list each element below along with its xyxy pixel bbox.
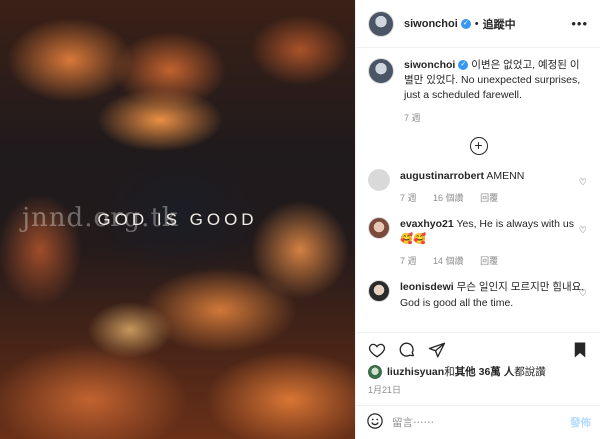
follow-status-button[interactable]: 追蹤中: [483, 16, 516, 32]
comment-age[interactable]: 7 週: [400, 256, 417, 266]
commenter-username[interactable]: evaxhyo21: [400, 218, 454, 230]
author-username[interactable]: siwonchoi: [404, 18, 458, 30]
comment-reply-button[interactable]: 回覆: [480, 256, 498, 266]
paper-plane-icon[interactable]: [426, 339, 448, 361]
comment-input[interactable]: [392, 416, 570, 429]
comment-heart-icon[interactable]: ♡: [579, 225, 587, 236]
comments-list[interactable]: siwonchoi ✓ 이변은 없었고, 예정된 이별만 있었다. No unex…: [356, 58, 600, 330]
more-dots-icon[interactable]: •••: [571, 16, 588, 31]
comment-reply-button[interactable]: 回覆: [480, 193, 498, 203]
caption-avatar[interactable]: [368, 58, 394, 84]
caption-body: siwonchoi ✓ 이변은 없었고, 예정된 이별만 있었다. No unex…: [404, 58, 589, 125]
commenter-avatar[interactable]: [368, 280, 390, 303]
comment-likes[interactable]: 14 個讚: [433, 256, 464, 266]
comment-body: evaxhyo21 Yes, He is always with us 🥰🥰 7…: [400, 217, 589, 268]
comment-composer: 發佈: [356, 405, 600, 439]
comment-meta: 7 週 14 個讚 回覆: [400, 255, 589, 268]
author-avatar[interactable]: [368, 10, 394, 37]
comment-meta: 7 週 16 個讚 回覆: [400, 192, 589, 205]
comment-body: leonisdewi 무슨 일인지 모르지만 힘내요. God is good …: [400, 280, 589, 310]
comment-age[interactable]: 7 週: [400, 193, 417, 203]
heart-icon[interactable]: [366, 339, 388, 361]
instagram-post-view: jnnd.org.tk GOD IS GOOD siwonchoi ✓ • 追蹤…: [0, 0, 600, 439]
commenter-username[interactable]: leonisdewi: [400, 281, 454, 293]
comment-bubble-icon[interactable]: [396, 339, 418, 361]
emoji-icon[interactable]: [366, 412, 384, 433]
comment-row: augustinarrobert AMENN 7 週 16 個讚 回覆 ♡: [356, 168, 600, 205]
separator-dot: •: [474, 17, 479, 30]
likes-connector: 和: [444, 366, 455, 378]
comment-body: augustinarrobert AMENN 7 週 16 個讚 回覆: [400, 169, 589, 205]
comment-heart-icon[interactable]: ♡: [579, 177, 587, 188]
post-comment-button[interactable]: 發佈: [570, 415, 591, 430]
likes-suffix: 都說讚: [514, 366, 546, 378]
verified-badge-icon: ✓: [460, 18, 471, 29]
image-headline: GOD IS GOOD: [97, 210, 258, 229]
liker-username[interactable]: liuzhisyuan: [387, 366, 444, 378]
liker-avatar[interactable]: [368, 364, 382, 379]
commenter-avatar[interactable]: [368, 168, 390, 191]
caption: siwonchoi ✓ 이변은 없었고, 예정된 이별만 있었다. No unex…: [356, 58, 600, 125]
caption-meta: 7 週: [404, 112, 589, 125]
comment-likes[interactable]: 16 個讚: [433, 193, 464, 203]
verified-badge-icon: ✓: [458, 60, 469, 71]
post-header: siwonchoi ✓ • 追蹤中 •••: [356, 0, 600, 48]
comment-row: leonisdewi 무슨 일인지 모르지만 힘내요. God is good …: [356, 280, 600, 310]
caption-username[interactable]: siwonchoi: [404, 59, 455, 71]
comment-heart-icon[interactable]: ♡: [579, 288, 587, 299]
post-image[interactable]: jnnd.org.tk GOD IS GOOD: [0, 0, 355, 439]
likes-summary: liuzhisyuan 和 其他 36萬 人 都說讚: [368, 364, 546, 379]
comment-text: AMENN: [486, 169, 525, 182]
commenter-avatar[interactable]: [368, 216, 390, 239]
commenter-username[interactable]: augustinarrobert: [400, 170, 484, 182]
plus-circle-icon[interactable]: +: [469, 136, 488, 155]
caption-age[interactable]: 7 週: [404, 113, 421, 123]
comment-row: evaxhyo21 Yes, He is always with us 🥰🥰 7…: [356, 216, 600, 268]
likes-others-link[interactable]: 其他 36萬 人: [455, 364, 515, 379]
post-side-panel: siwonchoi ✓ • 追蹤中 ••• siwonchoi ✓ 이변은 없었고…: [355, 0, 600, 439]
post-date[interactable]: 1月21日: [368, 383, 401, 396]
action-bar: [356, 332, 600, 366]
load-more-comments: +: [356, 136, 600, 155]
bookmark-icon[interactable]: [569, 339, 591, 361]
